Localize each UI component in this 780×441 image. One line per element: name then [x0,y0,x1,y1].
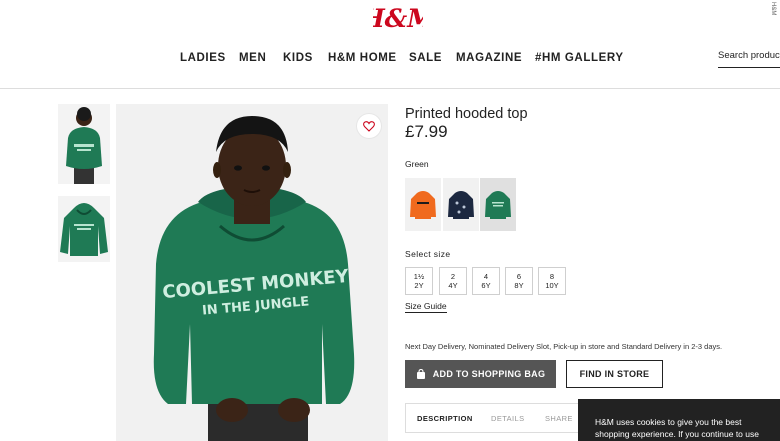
favorite-button[interactable] [357,114,381,138]
cookie-banner: H&M uses cookies to give you the best sh… [578,399,780,441]
tab-description[interactable]: DESCRIPTION [417,414,473,423]
heart-icon [363,120,375,132]
header-divider [0,88,780,89]
main-nav: LADIES MEN KIDS H&M HOME SALE MAGAZINE #… [0,52,780,68]
tab-details[interactable]: DETAILS [491,414,525,423]
corner-watermark: H&M [770,2,776,16]
model-thumbnail-image [66,107,102,184]
nav-item-gallery[interactable]: #HM GALLERY [535,52,624,64]
size-line2: 10Y [545,281,559,290]
dark-blue-hoodie-image [448,190,474,219]
thumbnail-model[interactable] [58,104,110,184]
size-option-2-4y[interactable]: 2 4Y [439,267,467,295]
size-line1: 2 [450,272,456,281]
main-product-image: COOLEST MONKEY IN THE JUNGLE [116,104,388,441]
nav-item-magazine[interactable]: MAGAZINE [456,52,522,64]
size-guide-link[interactable]: Size Guide [405,301,447,313]
size-option-4-6y[interactable]: 4 6Y [472,267,500,295]
size-line1: 8 [549,272,555,281]
size-label: Select size [405,249,451,259]
orange-hoodie-image [410,190,436,219]
hoodie-thumbnail-image [60,203,108,256]
hm-logo[interactable]: H&M [373,2,423,34]
product-tabs: DESCRIPTION DETAILS SHARE [405,403,605,433]
green-hoodie-image [485,190,511,219]
cookie-text-line2: shopping experience. If you continue to … [595,429,759,439]
thumbnail-flat[interactable] [58,196,110,262]
model-image: COOLEST MONKEY IN THE JUNGLE [153,116,355,441]
size-option-6-8y[interactable]: 6 8Y [505,267,533,295]
size-line1: 4 [483,272,489,281]
tab-share[interactable]: SHARE [545,414,573,423]
size-line2: 2Y [414,281,424,290]
delivery-info: Next Day Delivery, Nominated Delivery Sl… [405,342,723,351]
swatch-orange[interactable] [405,178,441,231]
swatch-dark-blue[interactable] [443,178,479,231]
nav-item-sale[interactable]: SALE [409,52,442,64]
size-line2: 4Y [448,281,458,290]
nav-item-ladies[interactable]: LADIES [180,52,226,64]
bag-icon [416,369,425,379]
size-line2: 6Y [481,281,491,290]
swatch-green[interactable] [480,178,516,231]
size-line2: 8Y [514,281,524,290]
product-page: H&M H&M LADIES MEN KIDS H&M HOME SALE MA… [0,0,780,441]
nav-item-kids[interactable]: KIDS [283,52,313,64]
nav-item-home[interactable]: H&M HOME [328,52,397,64]
size-option-1-2y[interactable]: 1½ 2Y [405,267,433,295]
size-line1: 1½ [413,272,425,281]
find-in-store-button[interactable]: FIND IN STORE [566,360,663,388]
color-label: Green [405,159,429,169]
cookie-text-line1: H&M uses cookies to give you the best [595,417,742,427]
size-line1: 6 [516,272,522,281]
add-to-bag-label: ADD TO SHOPPING BAG [432,369,546,379]
product-price: £7.99 [405,122,448,141]
search-input[interactable]: Search products [718,48,780,68]
product-title: Printed hooded top [405,106,528,122]
size-option-8-10y[interactable]: 8 10Y [538,267,566,295]
svg-text:H&M: H&M [373,4,423,33]
nav-item-men[interactable]: MEN [239,52,266,64]
add-to-bag-button[interactable]: ADD TO SHOPPING BAG [405,360,556,388]
